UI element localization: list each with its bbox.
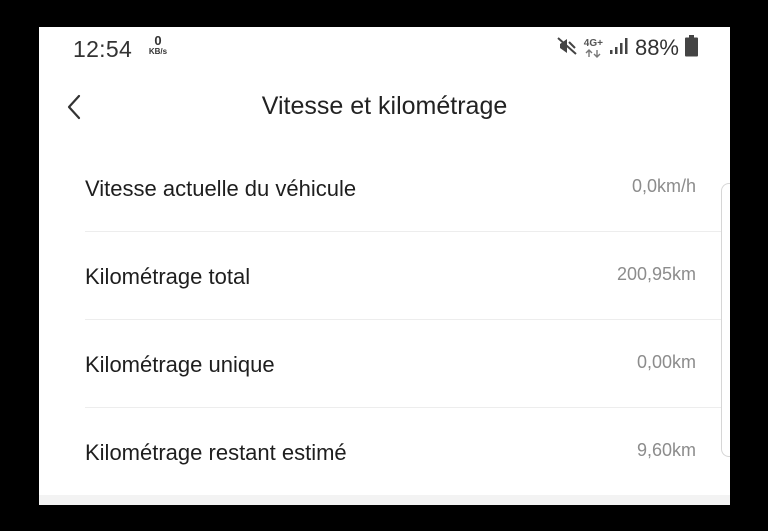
row-value: 9,60km xyxy=(636,440,696,460)
bottom-band xyxy=(39,495,730,505)
stats-list: Vitesse actuelle du véhicule 0,0km/h Kil… xyxy=(39,144,730,496)
row-value: 0,00km xyxy=(636,352,696,372)
battery-percent: 88% xyxy=(634,35,679,60)
status-icons: 4G+ 88% xyxy=(556,34,698,62)
mute-icon xyxy=(556,36,578,61)
edge-panel-handle[interactable] xyxy=(721,183,730,457)
network-type-label: 4G+ xyxy=(583,37,603,49)
network-speed-unit: KB/s xyxy=(148,47,168,56)
signal-icon xyxy=(609,37,629,60)
row-remaining-range[interactable]: Kilométrage restant estimé 9,60km xyxy=(39,408,730,496)
network-4g-icon: 4G+ xyxy=(583,37,603,58)
status-bar: 12:54 0 KB/s 4G+ 88% xyxy=(39,27,730,67)
battery-icon xyxy=(685,34,698,62)
page-title: Vitesse et kilométrage xyxy=(261,92,508,120)
row-total-mileage[interactable]: Kilométrage total 200,95km xyxy=(39,232,730,320)
phone-screen: 12:54 0 KB/s 4G+ 88% Vitesse et kilométr… xyxy=(39,27,730,505)
status-time: 12:54 xyxy=(73,36,133,62)
row-trip-mileage[interactable]: Kilométrage unique 0,00km xyxy=(39,320,730,408)
row-value: 200,95km xyxy=(616,264,696,284)
title-bar: Vitesse et kilométrage xyxy=(39,79,730,135)
row-label: Kilométrage restant estimé xyxy=(85,440,347,465)
row-current-speed[interactable]: Vitesse actuelle du véhicule 0,0km/h xyxy=(39,144,730,232)
row-label: Kilométrage total xyxy=(85,264,251,289)
row-label: Kilométrage unique xyxy=(85,352,275,377)
network-speed-indicator: 0 KB/s xyxy=(146,34,170,56)
row-label: Vitesse actuelle du véhicule xyxy=(85,176,357,201)
row-value: 0,0km/h xyxy=(631,176,696,196)
network-speed-value: 0 xyxy=(154,33,162,48)
